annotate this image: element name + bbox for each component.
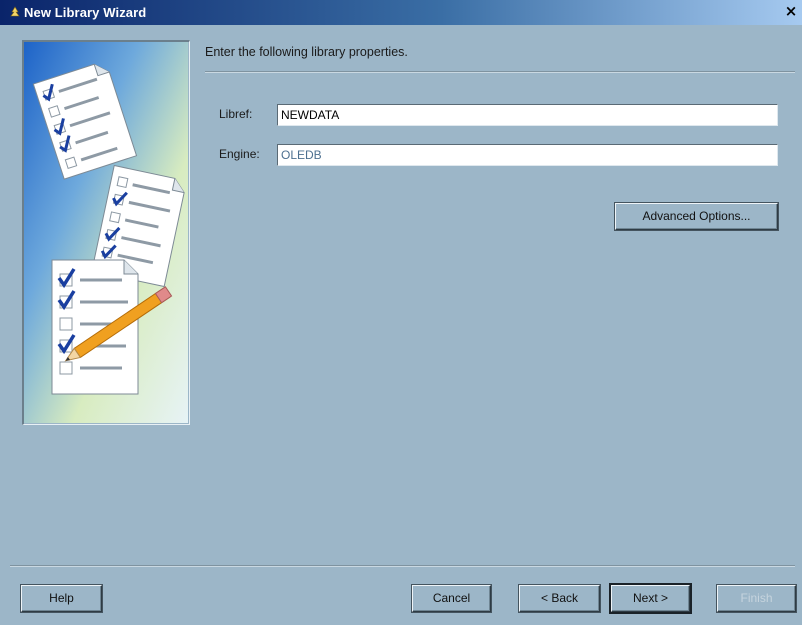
engine-field[interactable] [277, 144, 778, 166]
libref-label: Libref: [219, 107, 253, 121]
close-icon[interactable]: × [783, 3, 799, 19]
back-button[interactable]: < Back [519, 585, 600, 612]
checklist-pencil-illustration [22, 40, 190, 425]
help-button[interactable]: Help [21, 585, 102, 612]
header-divider [205, 71, 795, 73]
instruction-text: Enter the following library properties. [205, 45, 408, 59]
wizard-tree-icon [10, 6, 20, 17]
wizard-dialog: Enter the following library properties. … [0, 25, 802, 625]
libref-input[interactable] [277, 104, 778, 126]
window-title: New Library Wizard [24, 5, 147, 20]
next-button[interactable]: Next > [611, 585, 690, 612]
cancel-button[interactable]: Cancel [412, 585, 491, 612]
advanced-options-button[interactable]: Advanced Options... [615, 203, 778, 230]
title-bar: New Library Wizard × [0, 0, 802, 25]
engine-label: Engine: [219, 147, 260, 161]
footer-divider [10, 565, 795, 567]
finish-button[interactable]: Finish [717, 585, 796, 612]
